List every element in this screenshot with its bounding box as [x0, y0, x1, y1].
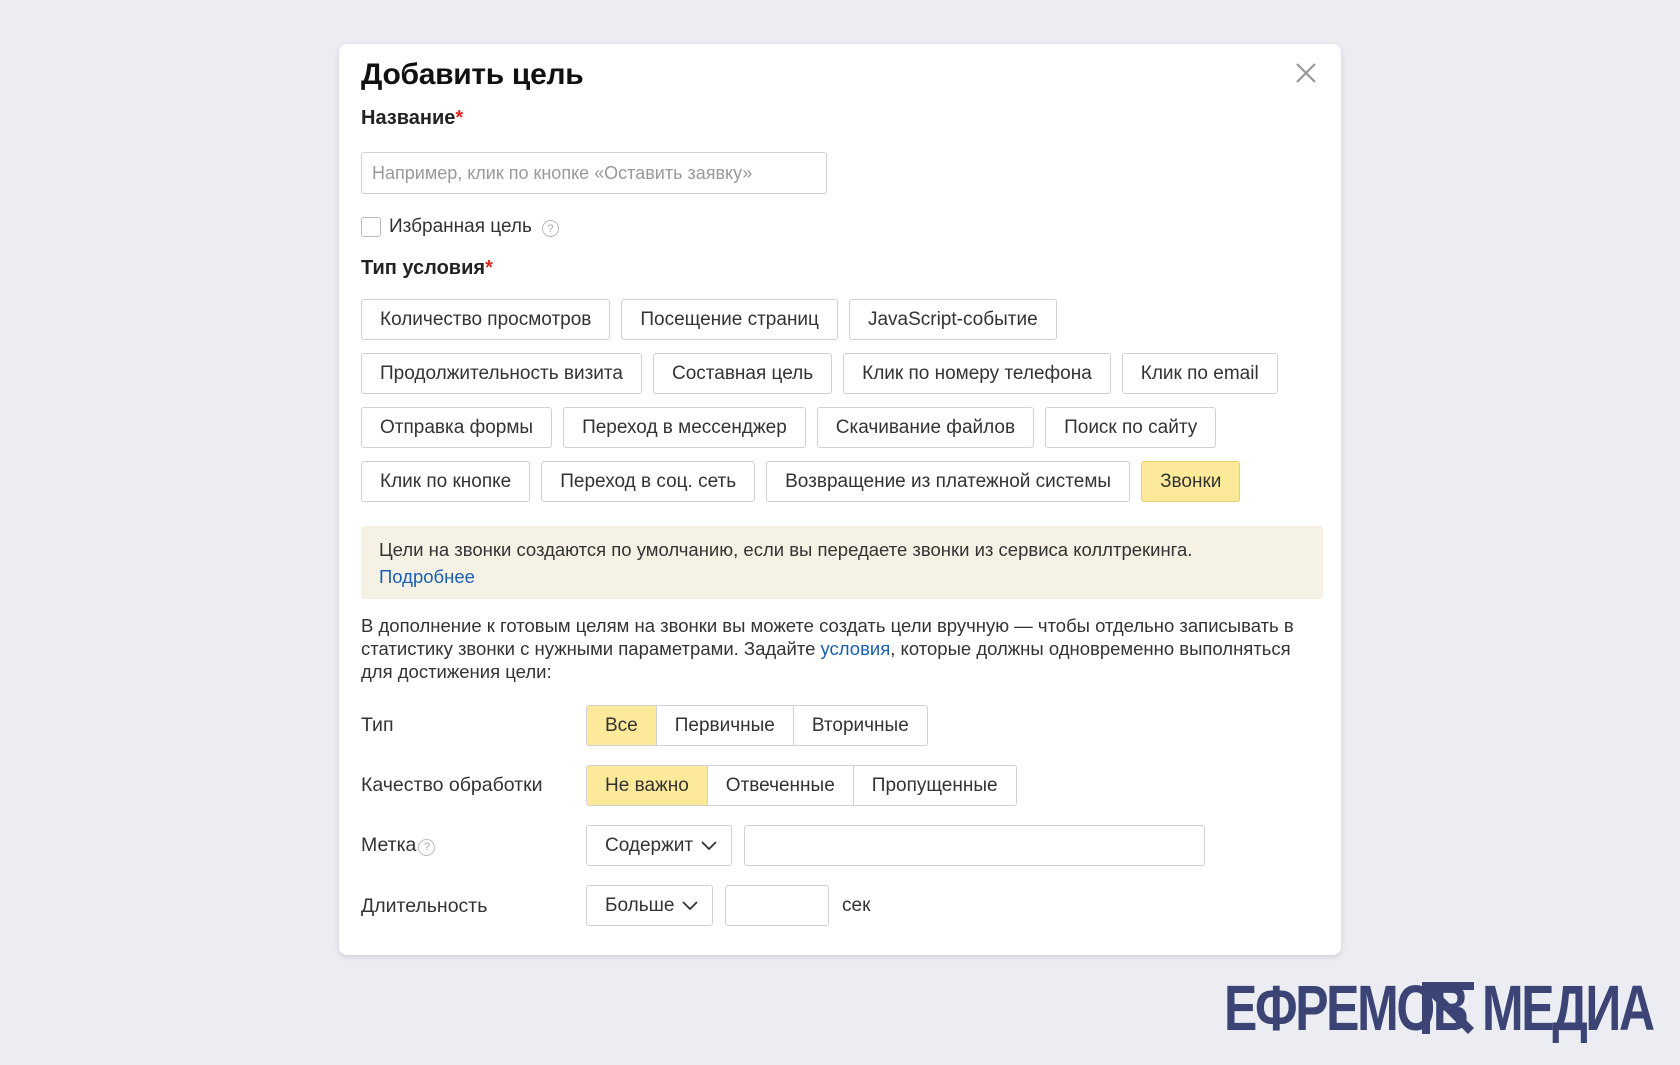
- logo-word-right: МЕДИА: [1482, 972, 1655, 1044]
- close-icon: [1296, 63, 1316, 83]
- close-button[interactable]: [1291, 58, 1321, 88]
- add-goal-dialog: Добавить цель Название* Избранная цель ?…: [339, 44, 1341, 955]
- name-label: Название*: [361, 107, 463, 130]
- chip-js-event[interactable]: JavaScript-событие: [848, 299, 1057, 340]
- chip-row: Клик по кнопке Переход в соц. сеть Возвр…: [361, 461, 1321, 502]
- chip-form-submit[interactable]: Отправка формы: [361, 407, 553, 448]
- duration-unit: сек: [842, 895, 871, 916]
- chip-row: Отправка формы Переход в мессенджер Скач…: [361, 407, 1321, 448]
- calls-description: В дополнение к готовым целям на звонки в…: [361, 614, 1321, 683]
- chip-row: Продолжительность визита Составная цель …: [361, 353, 1321, 394]
- calls-info-box: Цели на звонки создаются по умолчанию, е…: [361, 526, 1323, 599]
- duration-value-input[interactable]: [725, 885, 829, 926]
- dialog-title: Добавить цель: [361, 58, 584, 91]
- favorite-goal-row: Избранная цель ?: [361, 216, 559, 238]
- condition-type-label-text: Тип условия: [361, 257, 486, 279]
- chip-page-visits[interactable]: Посещение страниц: [621, 299, 838, 340]
- name-label-text: Название: [361, 107, 456, 129]
- condition-type-chips: Количество просмотров Посещение страниц …: [361, 299, 1321, 515]
- question-circle-icon[interactable]: ?: [541, 220, 559, 237]
- chip-composite-goal[interactable]: Составная цель: [652, 353, 833, 394]
- goal-name-input[interactable]: [361, 152, 827, 194]
- tag-label: Метка: [361, 834, 417, 856]
- chip-email-click[interactable]: Клик по email: [1121, 353, 1278, 394]
- call-type-segmented: Все Первичные Вторичные: [586, 705, 928, 746]
- chip-button-click[interactable]: Клик по кнопке: [361, 461, 531, 502]
- chevron-down-icon: [682, 900, 699, 910]
- condition-type-label: Тип условия*: [361, 257, 493, 280]
- quality-option-any[interactable]: Не важно: [587, 766, 707, 805]
- chip-messenger[interactable]: Переход в мессенджер: [563, 407, 806, 448]
- duration-operator-value: Больше: [605, 894, 675, 916]
- logo-word-left: ЕФРЕМОВ: [1224, 972, 1469, 1044]
- chip-social-network[interactable]: Переход в соц. сеть: [541, 461, 756, 502]
- quality-segmented: Не важно Отвеченные Пропущенные: [586, 765, 1017, 806]
- favorite-goal-label: Избранная цель: [389, 216, 532, 237]
- chevron-down-icon: [701, 840, 717, 850]
- chip-row: Количество просмотров Посещение страниц …: [361, 299, 1321, 340]
- quality-option-missed[interactable]: Пропущенные: [852, 766, 1016, 805]
- more-info-link[interactable]: Подробнее: [379, 566, 475, 587]
- call-type-option-all[interactable]: Все: [587, 706, 656, 745]
- required-mark: *: [455, 107, 464, 129]
- chip-site-search[interactable]: Поиск по сайту: [1045, 407, 1217, 448]
- quality-label: Качество обработки: [361, 774, 543, 796]
- call-type-option-secondary[interactable]: Вторичные: [792, 706, 927, 745]
- tag-operator-select[interactable]: Содержит: [586, 825, 733, 866]
- chip-visit-duration[interactable]: Продолжительность визита: [361, 353, 642, 394]
- tag-label-row: Метка ?: [361, 834, 436, 857]
- tag-value-input[interactable]: [744, 825, 1205, 866]
- tag-operator-value: Содержит: [605, 834, 694, 856]
- chip-file-download[interactable]: Скачивание файлов: [816, 407, 1035, 448]
- duration-operator-select[interactable]: Больше: [586, 885, 714, 926]
- question-circle-icon[interactable]: ?: [418, 838, 436, 856]
- duration-label: Длительность: [361, 895, 488, 917]
- info-text: Цели на звонки создаются по умолчанию, е…: [379, 539, 1193, 560]
- chip-phone-click[interactable]: Клик по номеру телефона: [843, 353, 1111, 394]
- conditions-link[interactable]: условия: [821, 638, 891, 659]
- call-type-label: Тип: [361, 714, 394, 736]
- quality-option-answered[interactable]: Отвеченные: [706, 766, 853, 805]
- call-type-option-primary[interactable]: Первичные: [655, 706, 793, 745]
- chip-pageviews[interactable]: Количество просмотров: [361, 299, 611, 340]
- required-mark: *: [485, 257, 493, 279]
- chip-payment-return[interactable]: Возвращение из платежной системы: [766, 461, 1131, 502]
- chip-calls[interactable]: Звонки: [1141, 461, 1241, 502]
- favorite-goal-checkbox[interactable]: [361, 217, 381, 237]
- efremov-media-logo: ЕФРЕМОВ МЕДИА: [1224, 972, 1655, 1044]
